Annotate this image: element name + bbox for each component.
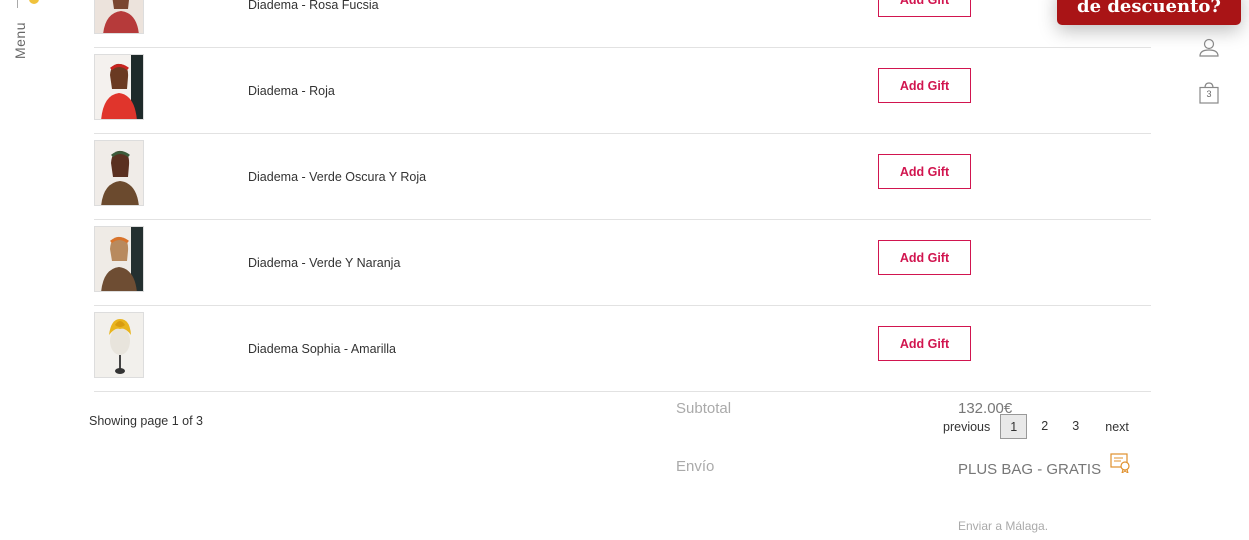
product-name[interactable]: Diadema - Roja xyxy=(248,84,335,98)
product-name[interactable]: Diadema Sophia - Amarilla xyxy=(248,342,396,356)
gift-row: Diadema Sophia - Amarilla Add Gift xyxy=(94,306,1151,392)
gift-row: Diadema - Rosa Fucsia Add Gift xyxy=(94,0,1151,48)
shipping-value: PLUS BAG - GRATIS xyxy=(958,461,1102,478)
product-thumbnail[interactable] xyxy=(94,312,144,378)
subtotal-label: Subtotal xyxy=(676,400,732,417)
page-link-2[interactable]: 2 xyxy=(1031,414,1058,439)
user-icon[interactable] xyxy=(1199,38,1219,58)
product-thumbnail[interactable] xyxy=(94,140,144,206)
shipping-destination-note: Enviar a Málaga. xyxy=(958,519,1049,533)
shipping-label: Envío xyxy=(676,458,715,475)
add-gift-button[interactable]: Add Gift xyxy=(878,68,971,103)
previous-page-link[interactable]: previous xyxy=(943,420,990,434)
side-menu[interactable]: Menu xyxy=(0,0,52,80)
add-gift-button[interactable]: Add Gift xyxy=(878,240,971,275)
gift-list: Diadema - Rosa Fucsia Add Gift Diadema -… xyxy=(94,0,1151,392)
bag-count: 3 xyxy=(1206,89,1212,99)
gift-row: Diadema - Verde Y Naranja Add Gift xyxy=(94,220,1151,306)
product-name[interactable]: Diadema - Verde Oscura Y Roja xyxy=(248,170,426,184)
add-gift-button[interactable]: Add Gift xyxy=(878,154,971,189)
next-page-link[interactable]: next xyxy=(1105,420,1129,434)
gift-row: Diadema - Roja Add Gift xyxy=(94,48,1151,134)
page-link-1[interactable]: 1 xyxy=(1000,414,1028,439)
pagination-status: Showing page 1 of 3 xyxy=(89,414,203,428)
product-thumbnail[interactable] xyxy=(94,0,144,34)
product-thumbnail[interactable] xyxy=(94,226,144,292)
page-link-3[interactable]: 3 xyxy=(1062,414,1089,439)
pagination: previous 1 2 3 next xyxy=(935,413,1129,440)
add-gift-button[interactable]: Add Gift xyxy=(878,326,971,361)
gift-row: Diadema - Verde Oscura Y Roja Add Gift xyxy=(94,134,1151,220)
shopping-bag-button[interactable]: 3 xyxy=(1199,82,1219,104)
gift-certificate-icon xyxy=(1110,453,1130,473)
add-gift-button[interactable]: Add Gift xyxy=(878,0,971,17)
product-name[interactable]: Diadema - Rosa Fucsia xyxy=(248,0,379,12)
product-name[interactable]: Diadema - Verde Y Naranja xyxy=(248,256,400,270)
menu-label[interactable]: Menu xyxy=(12,22,28,59)
subtotal-value: 132.00€ xyxy=(958,400,1013,417)
product-thumbnail[interactable] xyxy=(94,54,144,120)
